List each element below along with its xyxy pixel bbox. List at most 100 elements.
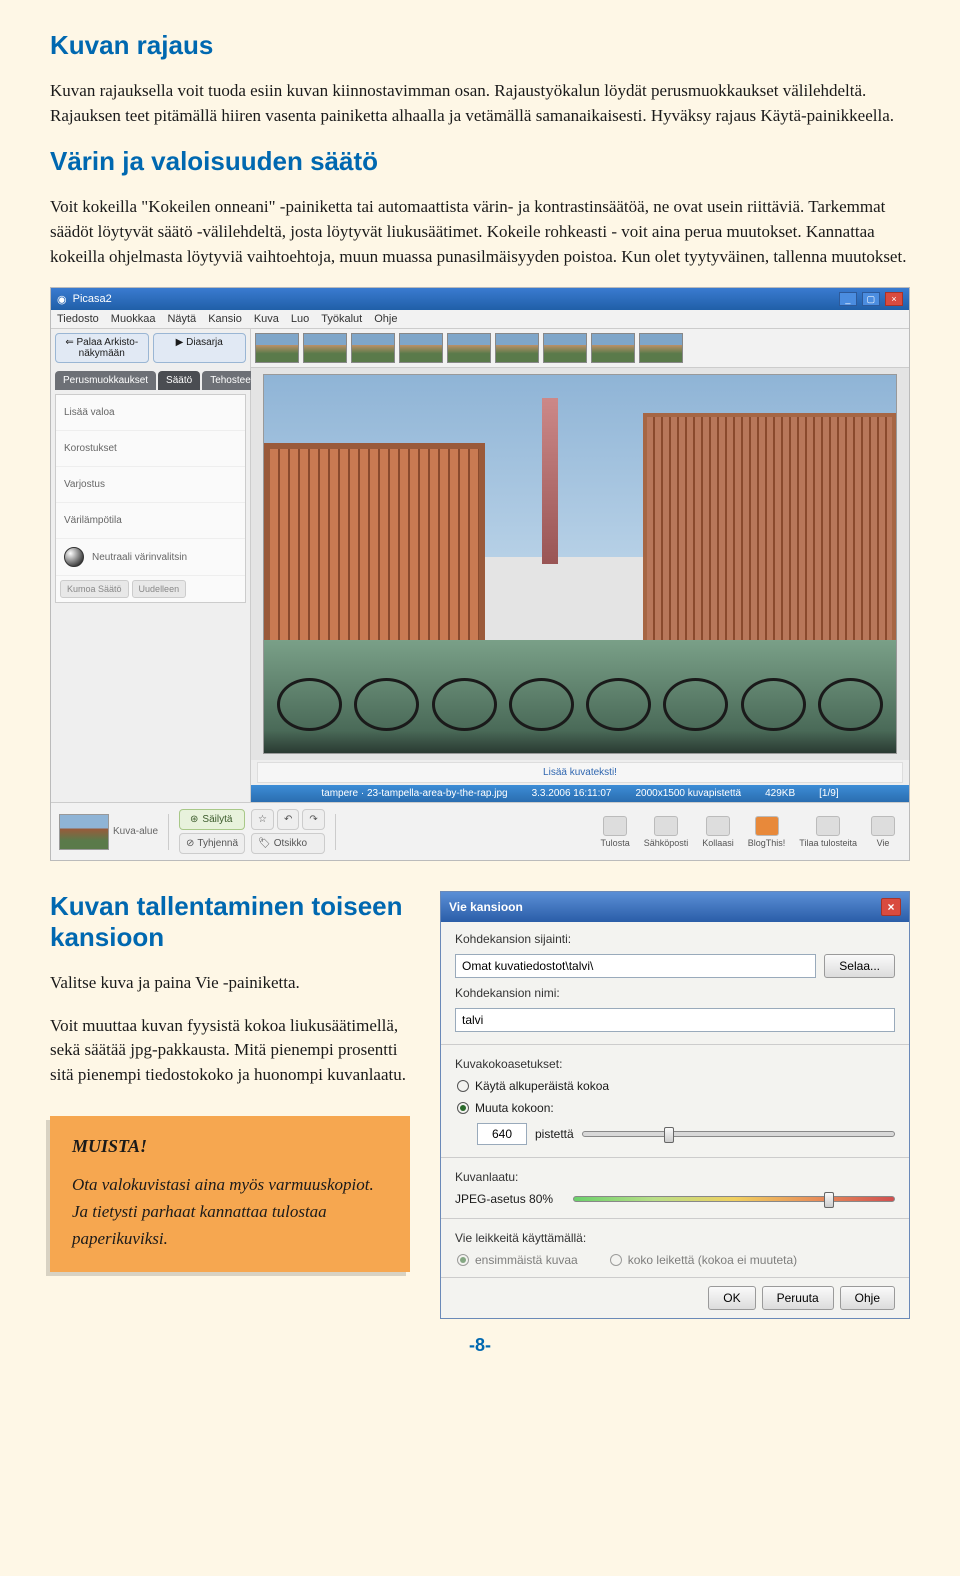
tab-basic[interactable]: Perusmuokkaukset bbox=[55, 371, 156, 390]
maximize-button[interactable]: ▢ bbox=[862, 292, 880, 306]
info-filename: tampere · 23-tampella-area-by-the-rap.jp… bbox=[321, 788, 507, 799]
folder-name-input[interactable] bbox=[455, 1008, 895, 1032]
redo-button[interactable]: Uudelleen bbox=[132, 580, 187, 598]
radio-original-size[interactable] bbox=[457, 1080, 469, 1092]
dialog-close-button[interactable]: × bbox=[881, 898, 901, 916]
thumb[interactable] bbox=[543, 333, 587, 363]
quality-label: Kuvanlaatu: bbox=[455, 1170, 895, 1184]
browse-button[interactable]: Selaa... bbox=[824, 954, 895, 978]
section3-p1: Valitse kuva ja paina Vie -painiketta. bbox=[50, 971, 420, 996]
menu-help[interactable]: Ohje bbox=[374, 313, 397, 325]
tray-thumb[interactable] bbox=[59, 814, 109, 850]
location-label: Kohdekansion sijainti: bbox=[455, 932, 895, 946]
section1-body: Kuvan rajauksella voit tuoda esiin kuvan… bbox=[50, 79, 910, 128]
main-view: Lisää kuvateksti! tampere · 23-tampella-… bbox=[251, 329, 909, 802]
photo-area bbox=[251, 368, 909, 760]
email-button[interactable]: Sähköposti bbox=[638, 816, 695, 848]
remember-callout: MUISTA! Ota valokuvistasi aina myös varm… bbox=[50, 1116, 410, 1273]
resize-slider[interactable] bbox=[582, 1131, 895, 1137]
menu-folder[interactable]: Kansio bbox=[208, 313, 242, 325]
menu-tools[interactable]: Työkalut bbox=[321, 313, 362, 325]
info-date: 3.3.2006 16:11:07 bbox=[532, 788, 612, 799]
info-index: [1/9] bbox=[819, 788, 838, 799]
thumbnail-strip bbox=[251, 329, 909, 368]
print-button[interactable]: Tulosta bbox=[595, 816, 636, 848]
radio-resize-label: Muuta kokoon: bbox=[475, 1101, 554, 1115]
rotate-right-button[interactable]: ↷ bbox=[302, 809, 324, 830]
export-button[interactable]: Vie bbox=[865, 816, 901, 848]
thumb[interactable] bbox=[447, 333, 491, 363]
slideshow-button[interactable]: ▶ Diasarja bbox=[153, 333, 247, 363]
location-input[interactable] bbox=[455, 954, 816, 978]
radio-first-image-label: ensimmäistä kuvaa bbox=[475, 1253, 578, 1267]
dialog-titlebar: Vie kansioon × bbox=[441, 892, 909, 922]
px-unit-label: pistettä bbox=[535, 1127, 574, 1141]
undo-button[interactable]: Kumoa Säätö bbox=[60, 580, 129, 598]
ok-button[interactable]: OK bbox=[708, 1286, 755, 1310]
minimize-button[interactable]: _ bbox=[839, 292, 857, 306]
tool-neutral-picker[interactable]: Neutraali värinvalitsin bbox=[56, 539, 245, 576]
thumb[interactable] bbox=[639, 333, 683, 363]
dialog-title: Vie kansioon bbox=[449, 900, 523, 914]
photo-preview[interactable] bbox=[263, 374, 896, 754]
folder-name-label: Kohdekansion nimi: bbox=[455, 986, 895, 1000]
quality-value: JPEG-asetus 80% bbox=[455, 1192, 553, 1206]
info-dimensions: 2000x1500 kuvapistettä bbox=[635, 788, 741, 799]
menu-create[interactable]: Luo bbox=[291, 313, 309, 325]
star-button[interactable]: ☆ bbox=[251, 809, 274, 830]
section3-p2: Voit muuttaa kuvan fyysistä kokoa liukus… bbox=[50, 1014, 420, 1088]
thumb[interactable] bbox=[351, 333, 395, 363]
add-caption-link[interactable]: Lisää kuvateksti! bbox=[257, 762, 903, 783]
thumb[interactable] bbox=[591, 333, 635, 363]
app-icon: ◉ bbox=[57, 293, 67, 306]
picker-knob-icon bbox=[64, 547, 84, 567]
bottom-toolbar: Kuva-alue ⊛ Säilytä ⊘ Tyhjennä ☆ ↶ ↷ 🏷 O… bbox=[51, 802, 909, 860]
window-controls: _ ▢ × bbox=[837, 292, 903, 306]
export-clips-label: Vie leikkeitä käyttämällä: bbox=[455, 1231, 895, 1245]
thumb[interactable] bbox=[399, 333, 443, 363]
radio-whole-clip bbox=[610, 1254, 622, 1266]
order-prints-button[interactable]: Tilaa tulosteita bbox=[793, 816, 863, 848]
thumb[interactable] bbox=[495, 333, 539, 363]
quality-slider[interactable] bbox=[573, 1196, 895, 1202]
tray-label: Kuva-alue bbox=[113, 826, 158, 837]
caption-button[interactable]: 🏷 Otsikko bbox=[251, 833, 325, 854]
page-number: -8- bbox=[50, 1335, 910, 1356]
tool-shadows[interactable]: Varjostus bbox=[56, 467, 245, 503]
resize-px-input[interactable] bbox=[477, 1123, 527, 1145]
cancel-button[interactable]: Peruuta bbox=[762, 1286, 834, 1310]
side-panel: ⇐ Palaa Arkisto-näkymään ▶ Diasarja Peru… bbox=[51, 329, 251, 802]
menu-file[interactable]: Tiedosto bbox=[57, 313, 99, 325]
rotate-left-button[interactable]: ↶ bbox=[277, 809, 299, 830]
clear-button[interactable]: ⊘ Tyhjennä bbox=[179, 833, 245, 854]
tool-highlights[interactable]: Korostukset bbox=[56, 431, 245, 467]
tab-tune[interactable]: Säätö bbox=[158, 371, 200, 390]
menu-view[interactable]: Näytä bbox=[167, 313, 196, 325]
section3-title: Kuvan tallentaminen toiseen kansioon bbox=[50, 891, 420, 953]
menu-edit[interactable]: Muokkaa bbox=[111, 313, 156, 325]
section2-body: Voit kokeilla "Kokeilen onneani" -painik… bbox=[50, 195, 910, 269]
info-filesize: 429KB bbox=[765, 788, 795, 799]
info-bar: tampere · 23-tampella-area-by-the-rap.jp… bbox=[251, 785, 909, 802]
blog-button[interactable]: BlogThis! bbox=[742, 816, 792, 848]
menu-image[interactable]: Kuva bbox=[254, 313, 279, 325]
callout-title: MUISTA! bbox=[72, 1136, 388, 1157]
radio-original-label: Käytä alkuperäistä kokoa bbox=[475, 1079, 609, 1093]
export-dialog: Vie kansioon × Kohdekansion sijainti: Se… bbox=[440, 891, 910, 1319]
app-title: Picasa2 bbox=[73, 293, 112, 305]
thumb[interactable] bbox=[255, 333, 299, 363]
callout-body: Ota valokuvistasi aina myös varmuuskopio… bbox=[72, 1171, 388, 1253]
thumb[interactable] bbox=[303, 333, 347, 363]
tune-tools: Lisää valoa Korostukset Varjostus Värilä… bbox=[55, 394, 246, 603]
back-to-archive-button[interactable]: ⇐ Palaa Arkisto-näkymään bbox=[55, 333, 149, 363]
help-button[interactable]: Ohje bbox=[840, 1286, 895, 1310]
tool-color-temp[interactable]: Värilämpötila bbox=[56, 503, 245, 539]
close-button[interactable]: × bbox=[885, 292, 903, 306]
radio-resize[interactable] bbox=[457, 1102, 469, 1114]
tool-fill-light[interactable]: Lisää valoa bbox=[56, 395, 245, 431]
collage-button[interactable]: Kollaasi bbox=[696, 816, 740, 848]
hold-button[interactable]: ⊛ Säilytä bbox=[179, 809, 245, 830]
menubar: Tiedosto Muokkaa Näytä Kansio Kuva Luo T… bbox=[51, 310, 909, 329]
picasa-window: ◉ Picasa2 _ ▢ × Tiedosto Muokkaa Näytä K… bbox=[50, 287, 910, 861]
radio-whole-clip-label: koko leikettä (kokoa ei muuteta) bbox=[628, 1253, 797, 1267]
